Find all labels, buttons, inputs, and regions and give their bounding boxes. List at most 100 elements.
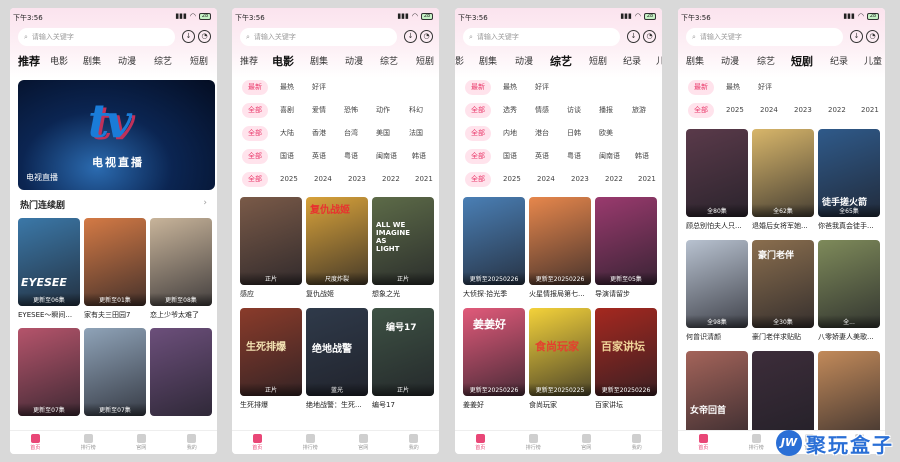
- search-input[interactable]: ⌕ 请输入关键字: [18, 28, 175, 46]
- filter-chip[interactable]: 选秀: [503, 103, 517, 118]
- filter-chip[interactable]: 旅游: [632, 103, 646, 118]
- filter-chip[interactable]: 英语: [312, 149, 326, 164]
- history-icon[interactable]: ◔: [198, 30, 211, 43]
- filter-chip[interactable]: 2021: [638, 172, 656, 187]
- filter-chip[interactable]: 全部: [465, 126, 491, 141]
- history-icon[interactable]: ◔: [643, 30, 656, 43]
- tab-short[interactable]: 短剧: [190, 54, 208, 67]
- tab-website[interactable]: 官网: [358, 431, 368, 454]
- filter-chip[interactable]: 最热: [280, 80, 294, 95]
- media-card[interactable]: 正片 感应: [240, 197, 302, 299]
- download-icon[interactable]: ↓: [182, 30, 195, 43]
- filter-chip[interactable]: 全部: [242, 103, 268, 118]
- filter-chip[interactable]: 韩语: [412, 149, 426, 164]
- media-card[interactable]: 全80集 顾总别怕夫人只...: [686, 129, 748, 231]
- tab-ranking[interactable]: 排行榜: [526, 431, 541, 454]
- filter-chip[interactable]: 2023: [571, 172, 589, 187]
- media-card[interactable]: 更新至08集 恋上少爷太难了: [150, 218, 212, 320]
- chevron-right-icon[interactable]: ›: [203, 198, 207, 208]
- tab-home[interactable]: 首页: [698, 431, 708, 454]
- filter-chip[interactable]: 2022: [382, 172, 400, 187]
- tab-documentary[interactable]: 纪录: [830, 54, 848, 67]
- filter-chip[interactable]: 欧美: [599, 126, 613, 141]
- filter-chip[interactable]: 台湾: [344, 126, 358, 141]
- filter-chip[interactable]: 闽南语: [599, 149, 620, 164]
- filter-chip[interactable]: 最新: [242, 80, 268, 95]
- filter-chip[interactable]: 2025: [280, 172, 298, 187]
- tab-mine[interactable]: 我的: [409, 431, 419, 454]
- tab-movie[interactable]: 电影: [50, 54, 68, 67]
- tab-anime[interactable]: 动漫: [515, 54, 533, 67]
- media-card[interactable]: 编号17 正片 编号17: [372, 308, 434, 410]
- history-icon[interactable]: ◔: [420, 30, 433, 43]
- filter-chip[interactable]: 2023: [348, 172, 366, 187]
- tab-variety[interactable]: 综艺: [380, 54, 398, 67]
- media-card[interactable]: 徒手搓火箭 全65集 你爸我真会徒手...: [818, 129, 880, 231]
- tab-documentary[interactable]: 纪录: [623, 54, 641, 67]
- filter-chip[interactable]: 最热: [503, 80, 517, 95]
- filter-chip[interactable]: 全部: [242, 126, 268, 141]
- media-card[interactable]: 食尚玩家 更新至20250225 食尚玩家: [529, 308, 591, 410]
- media-card[interactable]: 更新至20250226 大侦探·拾光季: [463, 197, 525, 299]
- filter-chip[interactable]: 香港: [312, 126, 326, 141]
- media-card[interactable]: 姜姜好 更新至20250226 姜姜好: [463, 308, 525, 410]
- filter-chip[interactable]: 2025: [726, 103, 744, 118]
- filter-chip[interactable]: 2022: [828, 103, 846, 118]
- media-card[interactable]: 更新至01集 家有夫三田园7: [84, 218, 146, 320]
- tab-series[interactable]: 剧集: [310, 54, 328, 67]
- tab-anime[interactable]: 动漫: [345, 54, 363, 67]
- filter-chip[interactable]: 2025: [503, 172, 521, 187]
- tab-home[interactable]: 首页: [252, 431, 262, 454]
- filter-chip[interactable]: 粤语: [567, 149, 581, 164]
- filter-chip[interactable]: 2021: [415, 172, 433, 187]
- filter-chip[interactable]: 动作: [376, 103, 390, 118]
- filter-chip[interactable]: 2024: [314, 172, 332, 187]
- filter-chip[interactable]: 全部: [465, 149, 491, 164]
- tab-mine[interactable]: 我的: [187, 431, 197, 454]
- filter-chip[interactable]: 爱情: [312, 103, 326, 118]
- search-input[interactable]: ⌕ 请输入关键字: [463, 28, 620, 46]
- media-card[interactable]: 复仇战姬 尺度炸裂 复仇战姬: [306, 197, 368, 299]
- media-card[interactable]: 更新至07集: [84, 328, 146, 416]
- filter-chip[interactable]: 英语: [535, 149, 549, 164]
- media-card[interactable]: 更新至07集: [18, 328, 80, 416]
- tab-short[interactable]: 短剧: [791, 53, 813, 69]
- media-card[interactable]: [818, 351, 880, 439]
- filter-chip[interactable]: 恐怖: [344, 103, 358, 118]
- filter-chip[interactable]: 国语: [503, 149, 517, 164]
- filter-chip[interactable]: 最热: [726, 80, 740, 95]
- filter-chip[interactable]: 最新: [465, 80, 491, 95]
- tab-movie[interactable]: 电影: [272, 53, 294, 69]
- tab-ranking[interactable]: 排行榜: [749, 431, 764, 454]
- media-card[interactable]: [752, 351, 814, 439]
- tab-ranking[interactable]: 排行榜: [81, 431, 96, 454]
- filter-chip[interactable]: 全部: [242, 172, 268, 187]
- media-card[interactable]: 全... 八零娇妻人美歌...: [818, 240, 880, 342]
- filter-chip[interactable]: 喜剧: [280, 103, 294, 118]
- tab-variety[interactable]: 综艺: [757, 54, 775, 67]
- filter-chip[interactable]: 全部: [465, 172, 491, 187]
- tab-kids[interactable]: 儿童: [864, 54, 882, 67]
- download-icon[interactable]: ↓: [850, 30, 863, 43]
- filter-chip[interactable]: 好评: [758, 80, 772, 95]
- tab-website[interactable]: 官网: [581, 431, 591, 454]
- filter-chip[interactable]: 闽南语: [376, 149, 397, 164]
- tab-kids[interactable]: 儿: [656, 54, 662, 67]
- filter-chip[interactable]: 日韩: [567, 126, 581, 141]
- media-card[interactable]: 豪门老伴 全30集 豪门老伴求贴贴: [752, 240, 814, 342]
- filter-chip[interactable]: 韩语: [635, 149, 649, 164]
- tab-short[interactable]: 短剧: [589, 54, 607, 67]
- filter-chip[interactable]: 情感: [535, 103, 549, 118]
- tab-recommend[interactable]: 推荐: [18, 53, 40, 69]
- media-card[interactable]: 全62集 退婚后女将军她...: [752, 129, 814, 231]
- tab-anime[interactable]: 动漫: [118, 54, 136, 67]
- tab-variety[interactable]: 综艺: [154, 54, 172, 67]
- tab-website[interactable]: 官网: [136, 431, 146, 454]
- tab-short[interactable]: 短剧: [416, 54, 434, 67]
- filter-chip[interactable]: 美国: [376, 126, 390, 141]
- filter-chip[interactable]: 2024: [537, 172, 555, 187]
- filter-chip[interactable]: 2022: [605, 172, 623, 187]
- media-card[interactable]: 更新至20250226 火星情报局第七...: [529, 197, 591, 299]
- tab-series[interactable]: 剧集: [686, 54, 704, 67]
- filter-chip[interactable]: 法国: [409, 126, 423, 141]
